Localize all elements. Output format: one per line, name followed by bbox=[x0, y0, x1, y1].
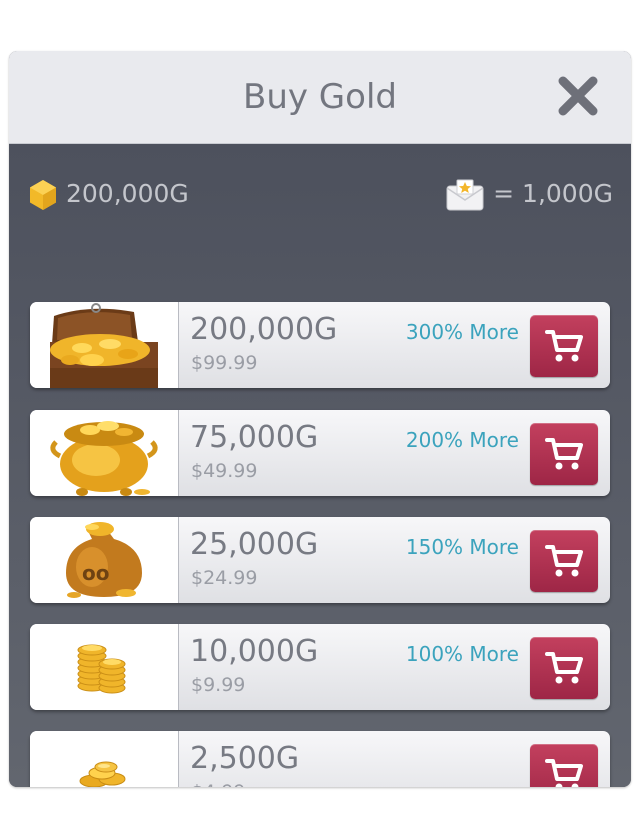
offer-image bbox=[30, 731, 179, 787]
offer-amount: 2,500G bbox=[190, 741, 300, 776]
buy-cart-button[interactable] bbox=[530, 744, 598, 787]
close-button[interactable] bbox=[557, 75, 599, 117]
coin-pile-icon bbox=[79, 761, 126, 787]
shopping-cart-icon bbox=[545, 330, 583, 362]
offer-row[interactable]: 10,000G $9.99 100% More bbox=[30, 624, 610, 710]
modal-header: Buy Gold bbox=[9, 51, 631, 144]
offer-price: $4.99 bbox=[191, 779, 245, 787]
gold-balance: 200,000G bbox=[66, 179, 189, 208]
offer-price: $99.99 bbox=[191, 352, 258, 374]
buy-cart-button[interactable] bbox=[530, 423, 598, 485]
offer-image bbox=[30, 410, 179, 496]
gold-coin-icon bbox=[30, 180, 56, 210]
treasure-chest-icon bbox=[50, 303, 158, 388]
offer-row[interactable]: 2,500G $4.99 bbox=[30, 731, 610, 787]
balance-bar: 200,000G = 1,000G bbox=[9, 144, 631, 244]
shopping-cart-icon bbox=[545, 652, 583, 684]
offer-bonus-label: 100% More bbox=[405, 642, 519, 666]
offer-image bbox=[30, 302, 179, 388]
offer-bonus-label bbox=[319, 747, 519, 775]
offer-amount: 25,000G bbox=[190, 527, 319, 562]
offer-bonus-label: 150% More bbox=[405, 535, 519, 559]
offer-image: oo bbox=[30, 517, 179, 603]
close-x-icon bbox=[558, 76, 598, 116]
offer-amount: 75,000G bbox=[190, 420, 319, 455]
offer-amount: 10,000G bbox=[190, 634, 319, 669]
modal-body: 200,000G = 1,000G 200,000G $99.99 300% M… bbox=[9, 144, 631, 787]
modal-title: Buy Gold bbox=[243, 77, 397, 117]
offer-bonus-label: 200% More bbox=[405, 428, 519, 452]
gold-pot-icon bbox=[50, 421, 158, 496]
offer-image bbox=[30, 624, 179, 710]
exchange-rate: = 1,000G bbox=[493, 179, 613, 208]
offer-row[interactable]: 200,000G $99.99 300% More bbox=[30, 302, 610, 388]
shopping-cart-icon bbox=[545, 759, 583, 787]
buy-cart-button[interactable] bbox=[530, 315, 598, 377]
offer-row[interactable]: 75,000G $49.99 200% More bbox=[30, 410, 610, 496]
coin-stack-icon bbox=[77, 644, 126, 694]
offer-price: $9.99 bbox=[191, 674, 246, 696]
offer-price: $24.99 bbox=[191, 567, 258, 589]
buy-gold-modal: Buy Gold 200,000G = 1,000G 200,000G $99.… bbox=[9, 51, 631, 787]
offer-price: $49.99 bbox=[191, 460, 258, 482]
offer-amount: 200,000G bbox=[190, 312, 338, 347]
buy-cart-button[interactable] bbox=[530, 530, 598, 592]
buy-cart-button[interactable] bbox=[530, 637, 598, 699]
offer-bonus-label: 300% More bbox=[405, 320, 519, 344]
gold-bag-icon: oo bbox=[66, 522, 142, 598]
shopping-cart-icon bbox=[545, 545, 583, 577]
offer-row[interactable]: oo 25,000G $24.99 150% More bbox=[30, 517, 610, 603]
shopping-cart-icon bbox=[545, 438, 583, 470]
svg-text:oo: oo bbox=[82, 561, 109, 585]
